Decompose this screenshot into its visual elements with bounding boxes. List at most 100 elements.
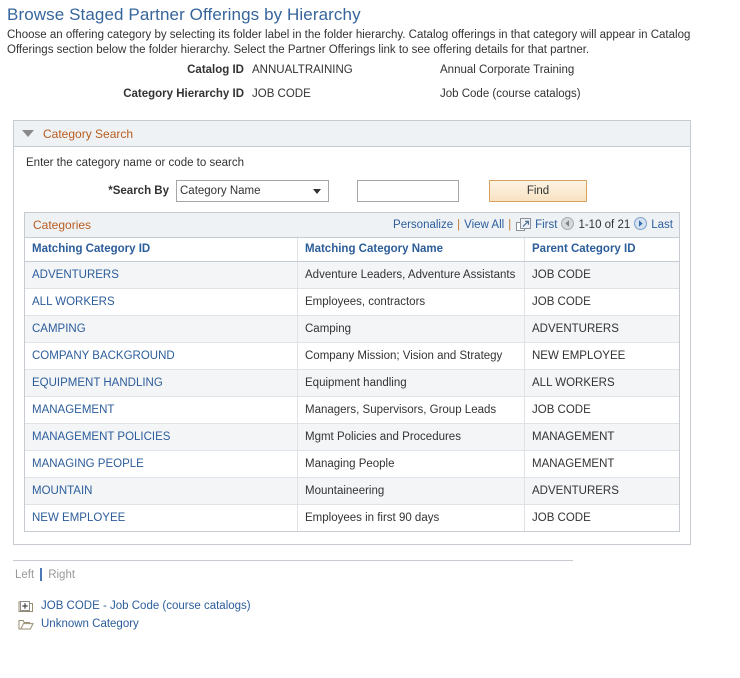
categories-table-head: Matching Category ID Matching Category N… — [25, 238, 679, 262]
category-search-header[interactable]: Category Search — [14, 121, 690, 147]
cell-category-name: Adventure Leaders, Adventure Assistants — [297, 261, 525, 289]
key-field-row-category-hierarchy-id: Category Hierarchy ID JOB CODE Job Code … — [6, 88, 740, 112]
table-row: MOUNTAIN Mountaineering ADVENTURERS — [25, 477, 679, 505]
search-controls-row: *Search By Category Name Find — [24, 179, 680, 203]
view-all-link[interactable]: View All — [464, 219, 504, 231]
action-separator-2: | — [508, 219, 512, 231]
cell-category-id: MANAGEMENT POLICIES — [25, 423, 298, 451]
pager-last-link[interactable]: Last — [651, 219, 673, 231]
table-row: MANAGEMENT Managers, Supervisors, Group … — [25, 396, 679, 424]
tree-node-unknown-category: Unknown Category — [18, 615, 740, 633]
search-hint: Enter the category name or code to searc… — [26, 157, 244, 169]
cell-category-id: MOUNTAIN — [25, 477, 298, 505]
cell-category-id: EQUIPMENT HANDLING — [25, 369, 298, 397]
cell-parent-category-id: ADVENTURERS — [524, 477, 679, 505]
cell-parent-category-id: MANAGEMENT — [524, 423, 679, 451]
cell-category-name: Managing People — [297, 450, 525, 478]
pager-first-link[interactable]: First — [535, 219, 557, 231]
category-id-link[interactable]: NEW EMPLOYEE — [32, 512, 125, 524]
cell-parent-category-id: ALL WORKERS — [524, 369, 679, 397]
triangle-down-icon[interactable] — [22, 130, 34, 137]
action-separator-1: | — [457, 219, 461, 231]
catalog-id-label: Catalog ID — [187, 64, 244, 76]
key-field-row-catalog-id: Catalog ID ANNUALTRAINING Annual Corpora… — [6, 64, 740, 88]
cell-category-name: Employees, contractors — [297, 288, 525, 316]
page-root: Browse Staged Partner Offerings by Hiera… — [0, 0, 740, 633]
table-row: ADVENTURERS Adventure Leaders, Adventure… — [25, 261, 679, 289]
table-row: NEW EMPLOYEE Employees in first 90 days … — [25, 504, 679, 531]
grid-action-links: Personalize | View All | — [393, 217, 532, 233]
column-header-parent-category-id[interactable]: Parent Category ID — [524, 238, 679, 262]
category-id-link[interactable]: ADVENTURERS — [32, 269, 119, 281]
table-row: COMPANY BACKGROUND Company Mission; Visi… — [25, 342, 679, 370]
cell-parent-category-id: JOB CODE — [524, 396, 679, 424]
category-search-body: Enter the category name or code to searc… — [14, 147, 690, 544]
category-id-link[interactable]: COMPANY BACKGROUND — [32, 350, 175, 362]
categories-table: Matching Category ID Matching Category N… — [25, 238, 679, 531]
cell-parent-category-id: JOB CODE — [524, 288, 679, 316]
cell-category-name: Managers, Supervisors, Group Leads — [297, 396, 525, 424]
tree-node-label[interactable]: Unknown Category — [41, 618, 139, 630]
right-link[interactable]: Right — [48, 569, 75, 581]
prev-arrow-icon[interactable] — [561, 217, 575, 233]
left-right-separator — [40, 568, 43, 581]
cell-category-id: ALL WORKERS — [25, 288, 298, 316]
search-by-label: *Search By — [108, 185, 169, 197]
table-row: MANAGING PEOPLE Managing People MANAGEME… — [25, 450, 679, 478]
search-input[interactable] — [357, 180, 459, 202]
category-id-link[interactable]: EQUIPMENT HANDLING — [32, 377, 163, 389]
cell-category-name: Mgmt Policies and Procedures — [297, 423, 525, 451]
cell-parent-category-id: MANAGEMENT — [524, 450, 679, 478]
folder-open-icon[interactable] — [18, 617, 34, 631]
category-id-link[interactable]: MOUNTAIN — [32, 485, 92, 497]
pager-range: 1-10 of 21 — [578, 219, 631, 231]
table-row: ALL WORKERS Employees, contractors JOB C… — [25, 288, 679, 316]
column-header-matching-category-id[interactable]: Matching Category ID — [25, 238, 298, 262]
page-instructions: Choose an offering category by selecting… — [7, 29, 691, 56]
grid-pagination: First 1-10 of 21 Last — [535, 217, 673, 233]
table-row: EQUIPMENT HANDLING Equipment handling AL… — [25, 369, 679, 397]
new-window-icon[interactable] — [516, 217, 532, 233]
next-arrow-icon[interactable] — [634, 217, 648, 233]
folder-closed-plus-icon[interactable] — [18, 599, 34, 613]
category-hierarchy-id-value: JOB CODE — [252, 88, 311, 100]
cell-category-name: Company Mission; Vision and Strategy — [297, 342, 525, 370]
category-id-link[interactable]: MANAGING PEOPLE — [32, 458, 144, 470]
category-hierarchy-id-label: Category Hierarchy ID — [123, 88, 244, 100]
cell-category-id: MANAGEMENT — [25, 396, 298, 424]
personalize-link[interactable]: Personalize — [393, 219, 453, 231]
bottom-divider — [13, 560, 573, 561]
catalog-id-value: ANNUALTRAINING — [252, 64, 353, 76]
key-field-list: Catalog ID ANNUALTRAINING Annual Corpora… — [6, 64, 740, 112]
cell-parent-category-id: JOB CODE — [524, 504, 679, 531]
left-right-links: Left Right — [15, 568, 740, 581]
cell-category-name: Employees in first 90 days — [297, 504, 525, 531]
categories-grid-toolbar: Categories Personalize | View All | Firs… — [25, 213, 679, 238]
cell-parent-category-id: NEW EMPLOYEE — [524, 342, 679, 370]
cell-parent-category-id: ADVENTURERS — [524, 315, 679, 343]
tree-node-label[interactable]: JOB CODE - Job Code (course catalogs) — [41, 600, 251, 612]
search-by-select[interactable]: Category Name — [176, 180, 329, 202]
category-id-link[interactable]: ALL WORKERS — [32, 296, 115, 308]
table-row: CAMPING Camping ADVENTURERS — [25, 315, 679, 343]
cell-category-id: NEW EMPLOYEE — [25, 504, 298, 531]
cell-category-name: Equipment handling — [297, 369, 525, 397]
categories-grid-title: Categories — [33, 218, 92, 232]
table-header-row: Matching Category ID Matching Category N… — [25, 238, 679, 262]
cell-category-id: MANAGING PEOPLE — [25, 450, 298, 478]
category-id-link[interactable]: MANAGEMENT — [32, 404, 114, 416]
category-id-link[interactable]: CAMPING — [32, 323, 86, 335]
search-by-select-wrap: Category Name — [176, 180, 329, 202]
cell-category-name: Mountaineering — [297, 477, 525, 505]
category-search-panel: Category Search Enter the category name … — [13, 120, 691, 545]
left-link[interactable]: Left — [15, 569, 34, 581]
page-title: Browse Staged Partner Offerings by Hiera… — [7, 5, 361, 24]
catalog-id-description: Annual Corporate Training — [440, 64, 575, 76]
cell-category-name: Camping — [297, 315, 525, 343]
column-header-matching-category-name[interactable]: Matching Category Name — [297, 238, 525, 262]
tree-node-job-code: JOB CODE - Job Code (course catalogs) — [18, 597, 740, 615]
find-button[interactable]: Find — [489, 180, 587, 202]
categories-grid: Categories Personalize | View All | Firs… — [24, 212, 680, 532]
category-search-title: Category Search — [43, 126, 134, 141]
category-id-link[interactable]: MANAGEMENT POLICIES — [32, 431, 170, 443]
